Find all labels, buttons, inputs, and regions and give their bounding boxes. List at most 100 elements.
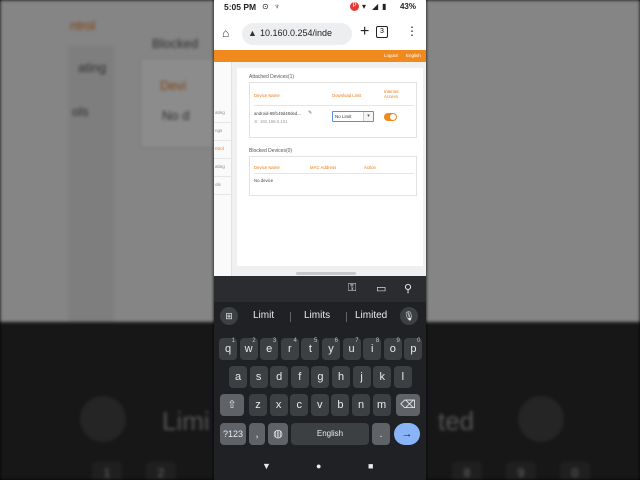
key-hint: 1 — [231, 338, 235, 344]
language-link[interactable]: English — [406, 53, 421, 58]
key-f[interactable]: f — [290, 366, 309, 388]
chevron-down-icon: ▾ — [363, 112, 373, 121]
recents-icon[interactable]: ■ — [368, 461, 373, 471]
edit-icon[interactable]: ✎ — [308, 110, 312, 116]
key-w[interactable]: w2 — [239, 338, 258, 360]
horizontal-scrollbar[interactable] — [296, 272, 356, 275]
bg-key: 8 — [452, 462, 482, 480]
column-header: Device Name — [254, 165, 280, 170]
key-y[interactable]: y6 — [322, 338, 340, 360]
bg-text: ted — [438, 406, 475, 436]
sidebar-item[interactable]: ngs — [215, 128, 222, 133]
key-icon[interactable]: ⚿ — [348, 282, 356, 295]
wifi-icon: ▾ — [362, 2, 367, 11]
url-text[interactable]: 10.160.0.254/inde — [260, 28, 350, 38]
bg-key: 1 — [92, 462, 122, 480]
bg-text: ntrol — [70, 18, 96, 33]
bg-key: 2 — [146, 462, 176, 480]
location-pin-icon[interactable]: ⚲ — [404, 282, 412, 295]
suggestion[interactable]: Limit — [253, 310, 274, 321]
key-s[interactable]: s — [249, 366, 268, 388]
column-header: Download Limit — [332, 93, 362, 98]
key-h[interactable]: h — [332, 366, 350, 388]
back-icon[interactable]: ▼ — [262, 461, 271, 471]
bg-key: 9 — [506, 462, 536, 480]
key-hint: 9 — [396, 338, 400, 344]
key-hint: 5 — [314, 338, 318, 344]
blocked-devices-title: Blocked Devices(0) — [249, 148, 293, 154]
sidebar-item[interactable]: ating — [215, 164, 225, 169]
sidebar: ating ngs ntrol ating ols — [214, 62, 232, 276]
key-v[interactable]: v — [310, 394, 329, 416]
status-bar: 5:05 PM ⊙ ♆ P ▾ ◢ ▮ 43% — [214, 0, 426, 16]
key-a[interactable]: a — [229, 366, 247, 388]
download-limit-select[interactable]: No Limit ▾ — [332, 111, 374, 122]
period-key[interactable]: . — [372, 423, 390, 445]
card-icon[interactable]: ▭ — [376, 282, 386, 295]
key-t[interactable]: t5 — [301, 338, 320, 360]
enter-arrow-icon[interactable]: → — [394, 423, 420, 445]
home-icon[interactable]: ⌂ — [222, 26, 236, 40]
background-right-blur: ted 8 9 0 — [426, 0, 640, 480]
backspace-key[interactable]: ⌫ — [396, 394, 420, 416]
key-hint: 7 — [355, 338, 359, 344]
key-u[interactable]: u7 — [342, 338, 361, 360]
key-o[interactable]: o9 — [383, 338, 402, 360]
key-d[interactable]: d — [270, 366, 289, 388]
warning-icon[interactable]: ▲ — [248, 28, 257, 38]
key-r[interactable]: r4 — [280, 338, 299, 360]
key-m[interactable]: m — [372, 394, 391, 416]
column-header: Action — [364, 165, 376, 170]
phone-screen: 5:05 PM ⊙ ♆ P ▾ ◢ ▮ 43% ⌂ ▲ 10.160.0.254… — [214, 0, 426, 480]
apps-grid-icon[interactable]: ⊞ — [220, 307, 238, 325]
key-hint: 6 — [334, 338, 338, 344]
comma-key[interactable]: , — [249, 423, 265, 445]
battery-icon: ▮ — [382, 2, 387, 11]
signal-icon: ◢ — [372, 2, 379, 11]
bg-text: Blocked — [152, 36, 199, 51]
shift-key[interactable]: ⇧ — [220, 394, 244, 416]
column-header: Internet Access — [384, 89, 399, 99]
symbols-key[interactable]: ?123 — [220, 423, 246, 445]
key-j[interactable]: j — [352, 366, 371, 388]
key-c[interactable]: c — [290, 394, 309, 416]
address-bar[interactable]: ▲ 10.160.0.254/inde — [242, 23, 352, 45]
top-bar: Logout English — [214, 50, 426, 62]
key-l[interactable]: l — [393, 366, 412, 388]
space-bar[interactable]: English — [291, 423, 369, 445]
key-n[interactable]: n — [352, 394, 370, 416]
key-x[interactable]: x — [269, 394, 288, 416]
sidebar-item-active[interactable]: ntrol — [215, 146, 224, 151]
key-q[interactable]: q1 — [219, 338, 237, 360]
more-menu-icon[interactable]: ⋮ — [406, 24, 418, 38]
suggestion[interactable]: Limits — [304, 310, 330, 321]
key-b[interactable]: b — [331, 394, 350, 416]
key-p[interactable]: p0 — [404, 338, 423, 360]
empty-message: No device — [254, 178, 274, 183]
sidebar-item[interactable]: ols — [215, 182, 221, 187]
suggestion[interactable]: Limited — [355, 310, 387, 321]
location-icon: ⊙ — [262, 2, 269, 11]
new-tab-icon[interactable]: + — [360, 23, 369, 41]
internet-access-toggle[interactable] — [384, 113, 397, 121]
mic-icon[interactable]: 🎙 — [400, 307, 418, 325]
device-name: android-89f149d48ded... — [254, 111, 301, 116]
tab-switcher-button[interactable]: 3 — [376, 26, 388, 38]
logout-link[interactable]: Logout — [384, 53, 398, 58]
globe-icon[interactable]: ◍ — [268, 423, 288, 445]
key-hint: 4 — [293, 338, 297, 344]
attached-devices-title: Attached Devices(1) — [249, 74, 295, 80]
home-nav-icon[interactable]: ● — [316, 461, 321, 471]
autofill-toolbar: ⚿ ▭ ⚲ — [214, 276, 426, 302]
sidebar-item[interactable]: ating — [215, 110, 225, 115]
key-i[interactable]: i8 — [363, 338, 382, 360]
keyboard: ⚿ ▭ ⚲ ⊞ Limit Limits Limited 🎙 q1w2e3r4t… — [214, 276, 426, 480]
wifi-icon: ≋ — [254, 119, 258, 124]
key-k[interactable]: k — [373, 366, 392, 388]
key-e[interactable]: e3 — [260, 338, 279, 360]
router-admin-page: Logout English ating ngs ntrol ating ols… — [214, 50, 426, 276]
key-z[interactable]: z — [249, 394, 267, 416]
device-ip: 192.168.0.101 — [260, 119, 288, 124]
key-hint: 2 — [252, 338, 256, 344]
key-g[interactable]: g — [311, 366, 330, 388]
